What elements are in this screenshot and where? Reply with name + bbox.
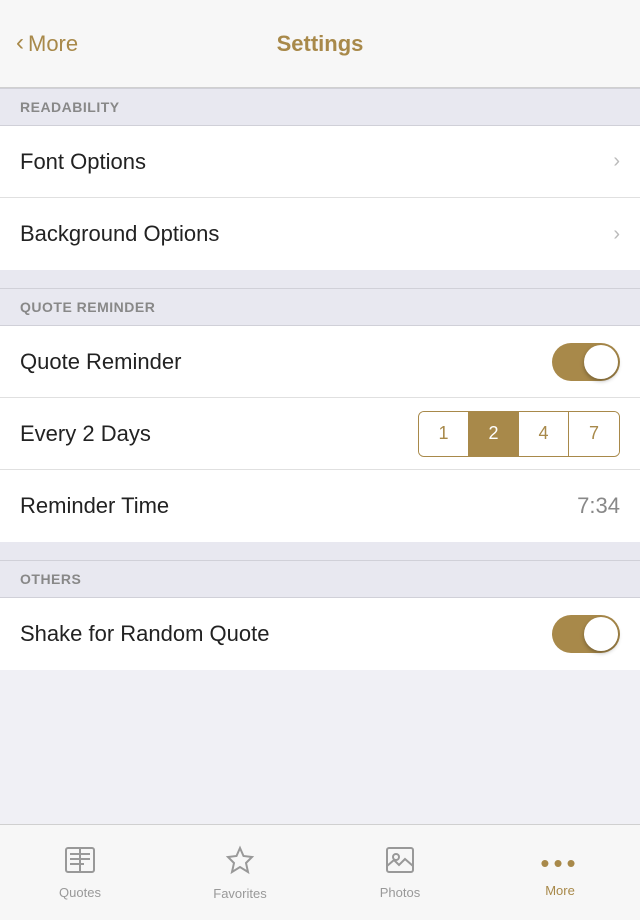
back-chevron-icon: ‹ <box>16 29 24 57</box>
readability-section: Font Options › Background Options › <box>0 126 640 270</box>
toggle-knob <box>584 345 618 379</box>
shake-random-quote-label: Shake for Random Quote <box>20 621 269 647</box>
tab-favorites[interactable]: Favorites <box>160 825 320 920</box>
quote-reminder-label: Quote Reminder <box>20 349 181 375</box>
seg-1-button[interactable]: 1 <box>419 412 469 456</box>
background-options-label: Background Options <box>20 221 219 247</box>
background-options-chevron-icon: › <box>613 223 620 246</box>
back-label: More <box>28 31 78 57</box>
back-button[interactable]: ‹ More <box>16 31 78 57</box>
days-segmented-control[interactable]: 1 2 4 7 <box>418 411 620 457</box>
page-title: Settings <box>277 31 364 57</box>
others-section: Shake for Random Quote <box>0 598 640 670</box>
shake-random-quote-row: Shake for Random Quote <box>0 598 640 670</box>
reminder-time-row[interactable]: Reminder Time 7:34 <box>0 470 640 542</box>
seg-2-button[interactable]: 2 <box>469 412 519 456</box>
tab-photos[interactable]: Photos <box>320 825 480 920</box>
every-2-days-label: Every 2 Days <box>20 421 151 447</box>
quotes-tab-label: Quotes <box>59 885 101 900</box>
background-options-row[interactable]: Background Options › <box>0 198 640 270</box>
tab-quotes[interactable]: Quotes <box>0 825 160 920</box>
shake-random-toggle[interactable] <box>552 615 620 653</box>
favorites-icon <box>225 845 255 882</box>
more-tab-label: More <box>545 883 575 898</box>
font-options-row[interactable]: Font Options › <box>0 126 640 198</box>
quote-reminder-section-header: QUOTE REMINDER <box>0 288 640 326</box>
tab-more[interactable]: ••• More <box>480 825 640 920</box>
section-gap-2 <box>0 542 640 560</box>
app-header: ‹ More Settings <box>0 0 640 88</box>
seg-4-button[interactable]: 4 <box>519 412 569 456</box>
reminder-time-value: 7:34 <box>577 493 620 519</box>
more-icon: ••• <box>540 848 579 879</box>
every-2-days-row: Every 2 Days 1 2 4 7 <box>0 398 640 470</box>
photos-icon <box>385 846 415 881</box>
quote-reminder-section: Quote Reminder Every 2 Days 1 2 4 7 Remi… <box>0 326 640 542</box>
shake-toggle-knob <box>584 617 618 651</box>
quote-reminder-toggle[interactable] <box>552 343 620 381</box>
font-options-chevron-icon: › <box>613 150 620 173</box>
photos-tab-label: Photos <box>380 885 420 900</box>
section-gap-1 <box>0 270 640 288</box>
font-options-label: Font Options <box>20 149 146 175</box>
readability-section-header: READABILITY <box>0 88 640 126</box>
seg-7-button[interactable]: 7 <box>569 412 619 456</box>
others-section-header: OTHERS <box>0 560 640 598</box>
favorites-tab-label: Favorites <box>213 886 266 901</box>
reminder-time-label: Reminder Time <box>20 493 169 519</box>
quote-reminder-row: Quote Reminder <box>0 326 640 398</box>
tab-bar: Quotes Favorites Photos ••• More <box>0 824 640 920</box>
quotes-icon <box>64 846 96 881</box>
